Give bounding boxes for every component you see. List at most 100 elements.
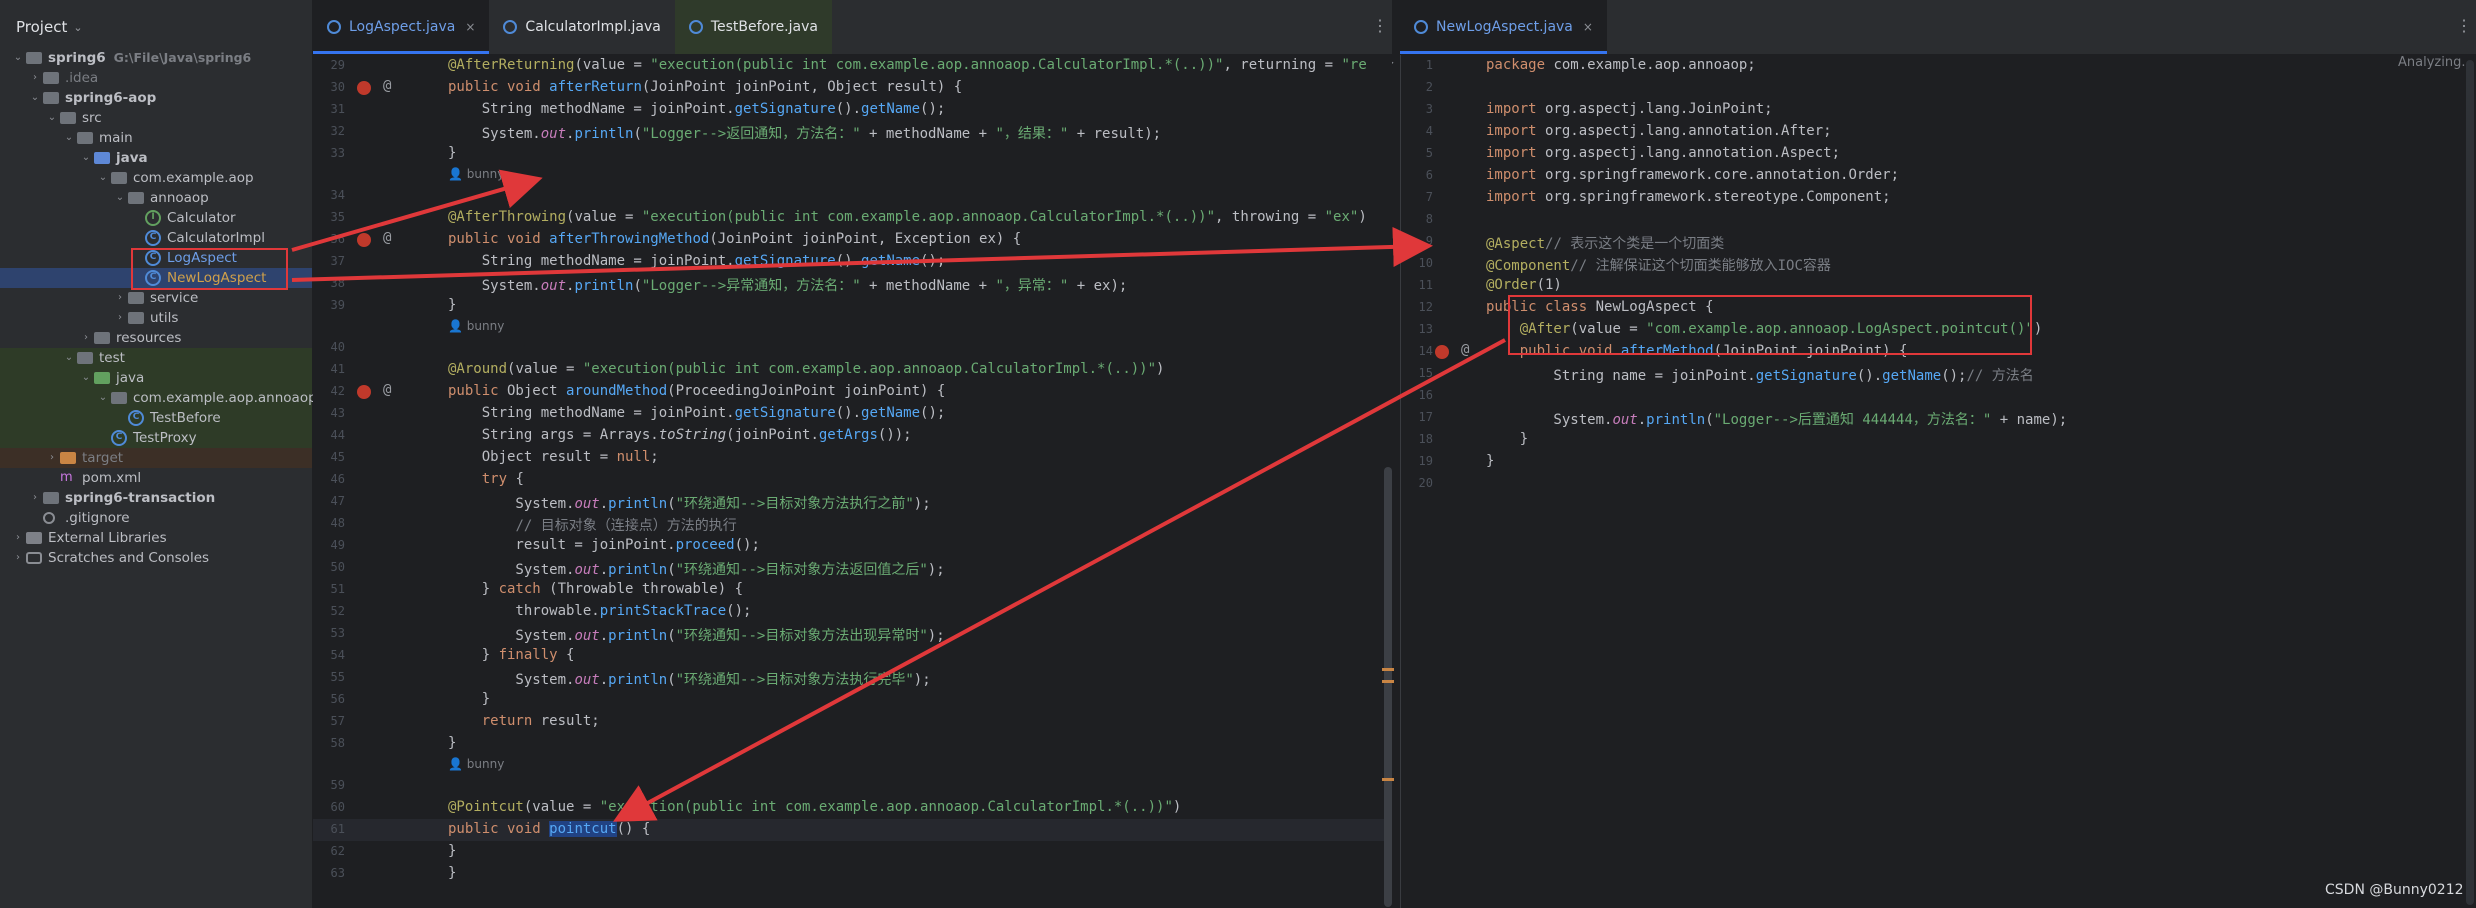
code-line[interactable]: String args = Arrays.toString(joinPoint.…	[448, 427, 912, 443]
code-line[interactable]: import org.aspectj.lang.JoinPoint;	[1486, 101, 1773, 117]
code-line[interactable]: }	[448, 691, 490, 707]
code-line[interactable]: String methodName = joinPoint.getSignatu…	[448, 405, 946, 421]
advice-gutter-icon[interactable]	[1435, 345, 1449, 359]
chevron-right-icon[interactable]: ›	[46, 448, 58, 468]
left-scrollbar[interactable]	[1384, 467, 1392, 907]
close-icon[interactable]: ×	[1583, 20, 1593, 34]
annotation-gutter-icon[interactable]: @	[383, 78, 391, 94]
code-line[interactable]: System.out.println("Logger-->后置通知 444444…	[1486, 409, 2067, 429]
code-line[interactable]: import org.aspectj.lang.annotation.After…	[1486, 123, 1832, 139]
code-line[interactable]: System.out.println("Logger-->返回通知，方法名：" …	[448, 123, 1161, 143]
code-line[interactable]: }	[1486, 431, 1528, 447]
code-line[interactable]: }	[1486, 453, 1494, 469]
tree-item[interactable]: ⌄ test	[0, 348, 312, 368]
code-line[interactable]: }	[448, 843, 456, 859]
code-line[interactable]: Object result = null;	[448, 449, 659, 465]
chevron-down-icon[interactable]: ⌄	[80, 148, 92, 168]
tree-item[interactable]: ⌄ com.example.aop	[0, 168, 312, 188]
chevron-down-icon[interactable]: ⌄	[12, 48, 24, 68]
code-line[interactable]: import org.aspectj.lang.annotation.Aspec…	[1486, 145, 1840, 161]
project-header[interactable]: Project ⌄	[0, 0, 312, 54]
code-line[interactable]: String methodName = joinPoint.getSignatu…	[448, 253, 946, 269]
code-line[interactable]: System.out.println("环绕通知-->目标对象方法执行完毕");	[448, 669, 930, 689]
code-line[interactable]: }	[448, 297, 456, 313]
code-line[interactable]: System.out.println("环绕通知-->目标对象方法返回值之后")…	[448, 559, 944, 579]
tree-item[interactable]: › spring6-transaction	[0, 488, 312, 508]
tree-item[interactable]: › resources	[0, 328, 312, 348]
code-line[interactable]: @Order(1)	[1486, 277, 1562, 293]
code-line[interactable]: } catch (Throwable throwable) {	[448, 581, 743, 597]
chevron-down-icon[interactable]: ⌄	[63, 348, 75, 368]
editor-left[interactable]: 29 @AfterReturning(value = "execution(pub…	[313, 55, 1392, 908]
code-line[interactable]: public void pointcut() {	[448, 821, 650, 837]
tree-item[interactable]: › Scratches and Consoles	[0, 548, 312, 568]
code-line[interactable]: String name = joinPoint.getSignature().g…	[1486, 365, 2033, 385]
chevron-down-icon[interactable]: ⌄	[73, 21, 82, 34]
tree-item[interactable]: › .idea	[0, 68, 312, 88]
code-line[interactable]: package com.example.aop.annoaop;	[1486, 57, 1756, 73]
chevron-down-icon[interactable]: ⌄	[114, 188, 126, 208]
tree-item[interactable]: › service	[0, 288, 312, 308]
tree-item[interactable]: C TestBefore	[0, 408, 312, 428]
tabs-more-icon-right[interactable]: ⋮	[2456, 16, 2472, 35]
chevron-right-icon[interactable]: ›	[29, 68, 41, 88]
tab-logaspect-java[interactable]: LogAspect.java ×	[313, 0, 490, 54]
advice-gutter-icon[interactable]	[357, 385, 371, 399]
tab-testbefore-java[interactable]: TestBefore.java	[674, 0, 832, 54]
code-line[interactable]: @AfterReturning(value = "execution(publi…	[448, 57, 1367, 73]
tree-item[interactable]: m pom.xml	[0, 468, 312, 488]
code-line[interactable]: result = joinPoint.proceed();	[448, 537, 759, 553]
code-line[interactable]: }	[448, 865, 456, 881]
chevron-right-icon[interactable]: ›	[29, 488, 41, 508]
tree-item[interactable]: ⌄ java	[0, 148, 312, 168]
code-line[interactable]: @Component// 注解保证这个切面类能够放入IOC容器	[1486, 255, 1831, 275]
tree-item[interactable]: ⌄ java	[0, 368, 312, 388]
tab-calculatorimpl-java[interactable]: CalculatorImpl.java	[489, 0, 674, 54]
tree-item[interactable]: C CalculatorImpl	[0, 228, 312, 248]
annotation-gutter-icon[interactable]: @	[383, 230, 391, 246]
tree-item[interactable]: .gitignore	[0, 508, 312, 528]
code-line[interactable]: System.out.println("环绕通知-->目标对象方法执行之前");	[448, 493, 930, 513]
code-line[interactable]: // 目标对象（连接点）方法的执行	[448, 515, 736, 535]
tabs-more-icon[interactable]: ⋮	[1372, 16, 1388, 35]
chevron-down-icon[interactable]: ⌄	[46, 108, 58, 128]
code-line[interactable]: import org.springframework.core.annotati…	[1486, 167, 1899, 183]
editor-right[interactable]: 1 package com.example.aop.annoaop; 2 3 impor…	[1400, 55, 2476, 908]
code-line[interactable]: }	[448, 145, 456, 161]
code-line[interactable]: } finally {	[448, 647, 575, 663]
code-line[interactable]: @Around(value = "execution(public int co…	[448, 361, 1164, 377]
tree-item[interactable]: ⌄ com.example.aop.annoaop	[0, 388, 317, 408]
code-line[interactable]: public void afterThrowingMethod(JoinPoin…	[448, 231, 1021, 247]
code-line[interactable]: @Aspect// 表示这个类是一个切面类	[1486, 233, 1724, 253]
chevron-right-icon[interactable]: ›	[114, 288, 126, 308]
tree-item[interactable]: ⌄ main	[0, 128, 312, 148]
chevron-right-icon[interactable]: ›	[114, 308, 126, 328]
chevron-right-icon[interactable]: ›	[12, 528, 24, 548]
code-line[interactable]: import org.springframework.stereotype.Co…	[1486, 189, 1891, 205]
code-line[interactable]: public void afterReturn(JoinPoint joinPo…	[448, 79, 962, 95]
chevron-down-icon[interactable]: ⌄	[97, 168, 109, 188]
tab-newlogaspect-java[interactable]: NewLogAspect.java ×	[1400, 0, 1607, 54]
chevron-right-icon[interactable]: ›	[12, 548, 24, 568]
close-icon[interactable]: ×	[465, 20, 475, 34]
code-line[interactable]: System.out.println("环绕通知-->目标对象方法出现异常时")…	[448, 625, 944, 645]
code-line[interactable]: }	[448, 735, 456, 751]
code-line[interactable]: try {	[448, 471, 524, 487]
tree-item[interactable]: › External Libraries	[0, 528, 312, 548]
code-line[interactable]: throwable.printStackTrace();	[448, 603, 751, 619]
tree-item[interactable]: › target	[0, 448, 312, 468]
code-line[interactable]: public Object aroundMethod(ProceedingJoi…	[448, 383, 945, 399]
code-line[interactable]: System.out.println("Logger-->异常通知，方法名：" …	[448, 275, 1128, 295]
tree-item[interactable]: I Calculator	[0, 208, 312, 228]
right-scrollbar[interactable]	[2466, 60, 2474, 905]
chevron-down-icon[interactable]: ⌄	[29, 88, 41, 108]
code-line[interactable]: String methodName = joinPoint.getSignatu…	[448, 101, 946, 117]
annotation-gutter-icon[interactable]: @	[383, 382, 391, 398]
advice-gutter-icon[interactable]	[357, 81, 371, 95]
chevron-down-icon[interactable]: ⌄	[80, 368, 92, 388]
tree-item[interactable]: › utils	[0, 308, 312, 328]
tree-item[interactable]: ⌄ spring6-aop	[0, 88, 312, 108]
advice-gutter-icon[interactable]	[357, 233, 371, 247]
chevron-down-icon[interactable]: ⌄	[97, 388, 109, 408]
tree-item[interactable]: ⌄ src	[0, 108, 312, 128]
